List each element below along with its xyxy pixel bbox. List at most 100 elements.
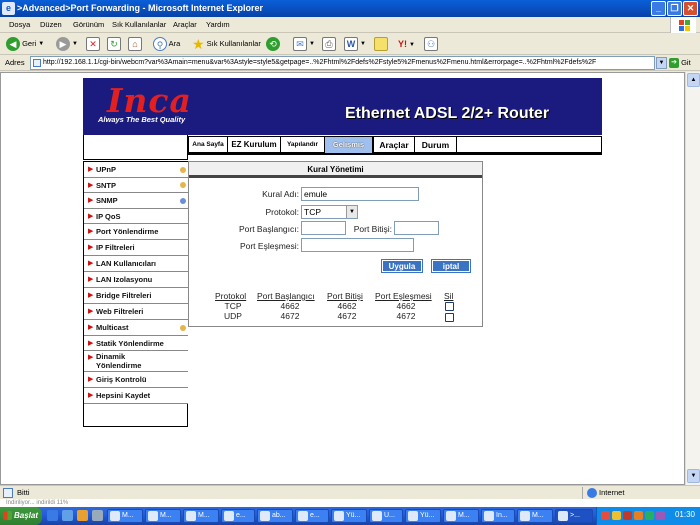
taskbar-item[interactable]: In...: [481, 509, 515, 523]
port-end-input[interactable]: [394, 221, 439, 235]
sidebar-item-multicast[interactable]: ▶ Multicast: [84, 320, 188, 336]
vertical-scrollbar[interactable]: ▲ ▼: [685, 72, 700, 485]
sidebar-item-save-all[interactable]: ▶ Hepsini Kaydet: [84, 388, 188, 404]
tray-icon[interactable]: [645, 511, 654, 520]
tray-icon[interactable]: [634, 511, 643, 520]
close-button[interactable]: ✕: [683, 1, 698, 16]
table-cell: 4672: [396, 311, 416, 321]
home-button[interactable]: ⌂: [128, 36, 142, 52]
sidebar-item-static-routing[interactable]: ▶ Statik Yönlendirme: [84, 336, 188, 351]
taskbar-item-active[interactable]: >...: [555, 509, 593, 523]
scroll-down-button[interactable]: ▼: [687, 469, 700, 483]
sidebar-item-port-forwarding[interactable]: ▶ Port Yönlendirme: [84, 224, 188, 240]
taskbar-item[interactable]: e...: [295, 509, 329, 523]
tray-icon[interactable]: [612, 511, 621, 520]
search-button[interactable]: ⚲ Ara: [153, 36, 180, 52]
sidebar-item-lan-users[interactable]: ▶ LAN Kullanıcıları: [84, 256, 188, 272]
scroll-up-button[interactable]: ▲: [687, 73, 700, 87]
taskbar-item[interactable]: M...: [443, 509, 479, 523]
sidebar-item-dynamic-routing[interactable]: ▶ Dinamik Yönlendirme: [84, 351, 188, 372]
sidebar-item-upnp[interactable]: ▶ UPnP: [84, 162, 188, 178]
menu-file[interactable]: Dosya: [9, 20, 30, 29]
sidebar-item-ip-qos[interactable]: ▶ IP QoS: [84, 209, 188, 224]
forward-button[interactable]: ▶ ▼: [56, 36, 78, 52]
task-label: Yü...: [346, 512, 361, 519]
stop-icon: ✕: [86, 37, 100, 52]
tagline: Always The Best Quality: [98, 115, 186, 124]
taskbar-item[interactable]: e...: [221, 509, 255, 523]
protocol-select[interactable]: TCP ▼: [301, 205, 358, 219]
taskbar-item[interactable]: ab...: [257, 509, 293, 523]
refresh-button[interactable]: ↻: [107, 36, 121, 52]
mail-button[interactable]: ✉ ▼: [293, 36, 315, 52]
print-icon: ⎙: [322, 37, 336, 52]
taskbar-item[interactable]: M...: [183, 509, 219, 523]
sidebar-item-lan-isolation[interactable]: ▶ LAN Izolasyonu: [84, 272, 188, 288]
nav-left-spacer: [83, 135, 188, 160]
yahoo-button[interactable]: Y! ▼: [398, 36, 415, 52]
taskbar-item[interactable]: Yü...: [405, 509, 441, 523]
desktop-quicklaunch-icon[interactable]: [62, 510, 73, 521]
tab-home[interactable]: Ana Sayfa: [189, 137, 228, 153]
print-button[interactable]: ⎙: [322, 36, 336, 52]
menu-edit[interactable]: Düzen: [40, 20, 62, 29]
stop-button[interactable]: ✕: [86, 36, 100, 52]
port-map-input[interactable]: [301, 238, 414, 252]
ie-quicklaunch-icon[interactable]: [47, 510, 58, 521]
sidebar-item-sntp[interactable]: ▶ SNTP: [84, 178, 188, 193]
sidebar-item-label: Statik Yönlendirme: [96, 339, 164, 348]
tray-icon[interactable]: [623, 511, 632, 520]
back-button[interactable]: ◀ Geri ▼: [6, 36, 44, 52]
delete-checkbox[interactable]: [445, 313, 454, 322]
taskbar-item[interactable]: M...: [517, 509, 553, 523]
menu-tools[interactable]: Araçlar: [173, 20, 197, 29]
history-button[interactable]: ⟲: [266, 36, 280, 52]
top-nav: Ana Sayfa EZ Kurulum Yapılandır Gelişmiş…: [188, 136, 602, 155]
port-start-input[interactable]: [301, 221, 346, 235]
apply-button[interactable]: Uygula: [381, 259, 423, 273]
favorites-button[interactable]: ★ Sık Kullanılanlar: [192, 36, 261, 52]
tab-status[interactable]: Durum: [415, 137, 457, 153]
sidebar-item-web-filters[interactable]: ▶ Web Filtreleri: [84, 304, 188, 320]
address-input[interactable]: http://192.168.1.1/cgi-bin/webcm?var%3Am…: [30, 56, 655, 70]
app-icon: [372, 511, 382, 521]
sidebar-item-ip-filters[interactable]: ▶ IP Filtreleri: [84, 240, 188, 256]
taskbar-item[interactable]: M...: [107, 509, 143, 523]
tray-icon[interactable]: [656, 511, 665, 520]
address-dropdown-button[interactable]: ▼: [656, 57, 667, 69]
menu-favorites[interactable]: Sık Kullanılanlar: [112, 20, 166, 29]
sidebar-item-snmp[interactable]: ▶ SNMP: [84, 193, 188, 209]
tab-configure[interactable]: Yapılandır: [281, 137, 325, 153]
edit-button[interactable]: W ▼: [344, 36, 366, 52]
tab-tools[interactable]: Araçlar: [373, 137, 415, 153]
taskbar-item[interactable]: U...: [369, 509, 403, 523]
back-arrow-icon: ◀: [6, 37, 20, 52]
sidebar-item-label: Dinamik Yönlendirme: [96, 352, 142, 370]
minimize-button[interactable]: _: [651, 1, 666, 16]
refresh-icon: ↻: [107, 37, 121, 52]
menu-help[interactable]: Yardım: [206, 20, 230, 29]
discuss-button[interactable]: [374, 36, 388, 52]
table-cell: 4672: [337, 311, 357, 321]
start-button[interactable]: Başlat: [0, 507, 42, 525]
menu-view[interactable]: Görünüm: [73, 20, 104, 29]
tab-ez-setup[interactable]: EZ Kurulum: [228, 137, 281, 153]
page-icon: [3, 488, 13, 498]
delete-checkbox[interactable]: [445, 302, 454, 311]
taskbar-item[interactable]: M...: [145, 509, 181, 523]
arrow-right-icon: ▶: [88, 324, 94, 331]
sidebar-item-bridge-filters[interactable]: ▶ Bridge Filtreleri: [84, 288, 188, 304]
rule-name-input[interactable]: emule: [301, 187, 419, 201]
taskbar-item[interactable]: Yü...: [331, 509, 367, 523]
folder-quicklaunch-icon[interactable]: [92, 510, 103, 521]
maximize-button[interactable]: ❐: [667, 1, 682, 16]
task-label: >...: [570, 512, 580, 519]
tray-icon[interactable]: [601, 511, 610, 520]
media-quicklaunch-icon[interactable]: [77, 510, 88, 521]
tab-advanced[interactable]: Gelişmiş: [325, 137, 373, 153]
cancel-button[interactable]: iptal: [431, 259, 471, 273]
table-cell: UDP: [224, 311, 242, 321]
sidebar-item-access-control[interactable]: ▶ Giriş Kontrolü: [84, 372, 188, 388]
go-button[interactable]: ➔ Git: [669, 56, 697, 70]
messenger-button[interactable]: ⚇: [424, 36, 438, 52]
